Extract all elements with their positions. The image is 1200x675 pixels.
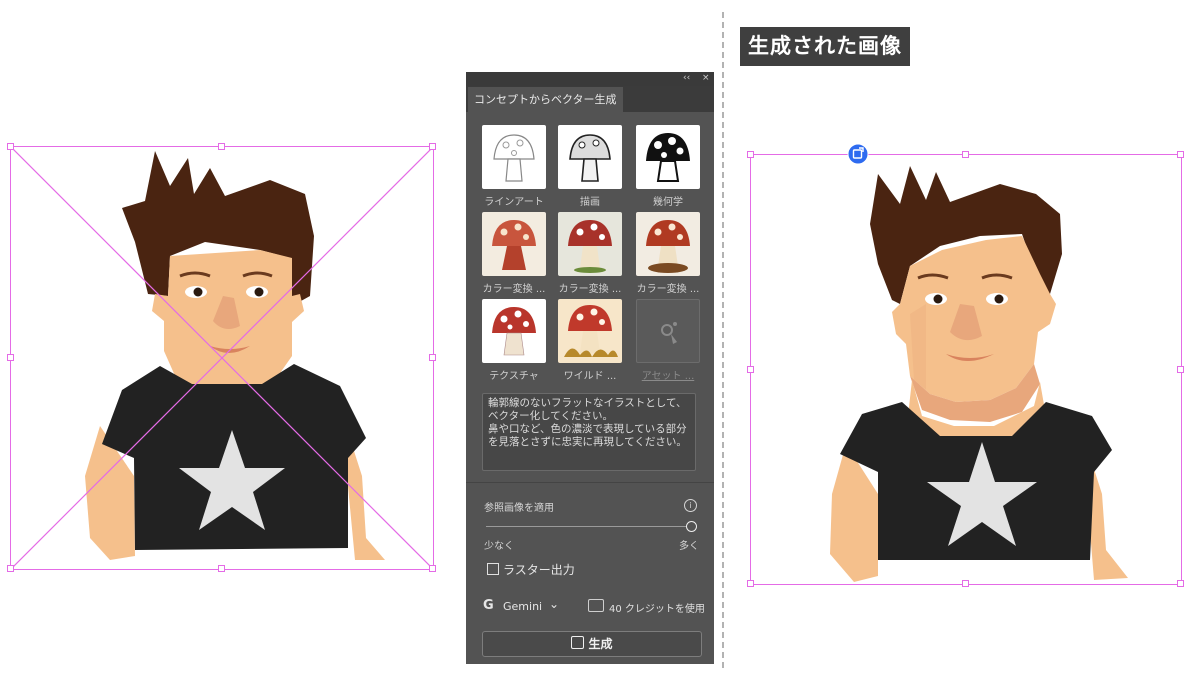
slider-min-label: 少なく [484,541,514,552]
text-to-vector-panel: ‹‹ × コンセプトからベクター生成 ラインアート 描画 幾何学 カラー変換 .… [466,72,714,664]
panel-title-bar: ‹‹ × [466,72,714,86]
placeholder-cross-lines [10,146,434,570]
slider-thumb[interactable] [686,521,697,532]
resize-handle-left[interactable] [7,354,14,361]
slider-max-label: 多く [679,541,699,552]
style-label: カラー変換 ... [636,284,700,295]
style-tile-color-3[interactable] [636,212,700,276]
mushroom-color-shaded-icon [568,220,612,273]
reference-image-label: 参照画像を適用 [484,503,554,514]
style-label: ラインアート [484,197,544,208]
style-tile-wild[interactable] [558,299,622,363]
style-label: テクスチャ [489,371,539,382]
credit-icon [588,599,604,612]
collapse-panel-icon[interactable]: ‹‹ [683,73,690,83]
resize-handle-top-left[interactable] [7,143,14,150]
style-label: カラー変換 ... [558,284,622,295]
generated-content-badge-icon[interactable] [847,143,869,165]
resize-handle-top[interactable] [962,151,969,158]
style-tile-texture[interactable] [482,299,546,363]
mushroom-drawing-icon [569,134,611,182]
resize-handle-bottom-right[interactable] [429,565,436,572]
resize-handle-left[interactable] [747,366,754,373]
style-label: 幾何学 [653,197,683,208]
resize-handle-right[interactable] [429,354,436,361]
mushroom-color-flat-icon [492,220,536,270]
dashed-divider [722,12,724,668]
generated-image-heading: 生成された画像 [740,27,910,66]
prompt-textarea[interactable]: 輪郭線のないフラットなイラストとして、ベクター化してください。 鼻や口など、色の… [482,393,696,471]
mushroom-lineart-icon [493,134,535,182]
mushroom-geometric-icon [646,133,690,182]
info-icon[interactable]: i [684,499,697,512]
resize-handle-bottom-left[interactable] [7,565,14,572]
resize-handle-top[interactable] [218,143,225,150]
close-panel-icon[interactable]: × [702,73,710,83]
chevron-down-icon[interactable]: ⌄ [549,597,559,611]
resize-handle-top-left[interactable] [747,151,754,158]
style-label: 描画 [580,197,600,208]
reference-strength-slider[interactable] [486,526,689,527]
google-g-icon: G [483,598,494,613]
asset-placeholder-icon [661,322,677,344]
generated-image-frame[interactable] [747,143,1184,587]
tab-text-to-vector[interactable]: コンセプトからベクター生成 [468,87,623,112]
generated-image-bounding-box [750,154,1182,585]
style-label: アセット ... [641,371,695,382]
resize-handle-top-right[interactable] [1177,151,1184,158]
resize-handle-right[interactable] [1177,366,1184,373]
raster-output-label: ラスター出力 [503,563,575,577]
raster-output-checkbox[interactable] [487,563,499,575]
resize-handle-top-right[interactable] [429,143,436,150]
mushroom-texture-icon [492,307,536,356]
style-label: カラー変換 ... [482,284,546,295]
style-tile-color-2[interactable] [558,212,622,276]
panel-divider [466,482,714,483]
mushroom-color-painted-icon [646,220,690,273]
style-tile-asset[interactable] [636,299,700,363]
resize-handle-bottom-right[interactable] [1177,580,1184,587]
generate-button-label: 生成 [588,637,613,651]
resize-handle-bottom[interactable] [218,565,225,572]
model-select[interactable]: Gemini [503,600,542,613]
panel-tab-bar: コンセプトからベクター生成 [466,86,714,112]
mushroom-wild-icon [564,305,618,357]
credit-usage-label: 40 クレジットを使用 [609,604,705,615]
generate-button[interactable]: 生成 [482,631,702,657]
resize-handle-bottom-left[interactable] [747,580,754,587]
style-tile-color-1[interactable] [482,212,546,276]
style-label: ワイルド ... [563,371,617,382]
style-tile-lineart[interactable] [482,125,546,189]
resize-handle-bottom[interactable] [962,580,969,587]
source-image-frame[interactable] [7,143,436,572]
style-tile-geometric[interactable] [636,125,700,189]
style-tile-drawing[interactable] [558,125,622,189]
generate-sparkle-icon [571,636,585,649]
